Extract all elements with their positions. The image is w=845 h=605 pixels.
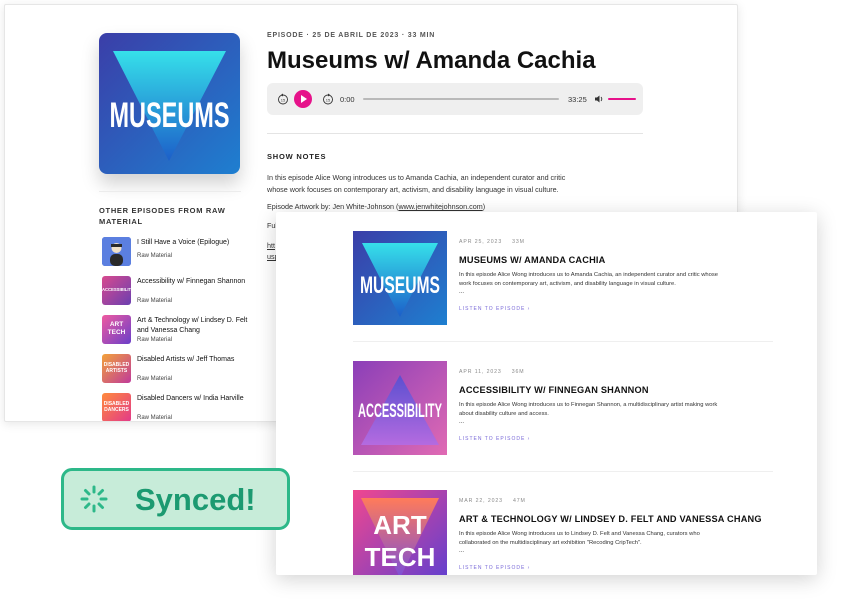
volume-icon[interactable]	[594, 94, 604, 104]
ellipsis: ...	[459, 548, 465, 554]
other-episode-item[interactable]: I Still Have a Voice (Epilogue) Raw Mate…	[102, 237, 262, 276]
episode-thumbnail: ACCESSIBILITY	[102, 276, 131, 305]
episode-duration: 36M	[511, 369, 525, 375]
episode-title: Museums w/ Amanda Cachia	[267, 47, 596, 74]
ellipsis: ...	[459, 419, 465, 425]
other-episodes-list: I Still Have a Voice (Epilogue) Raw Mate…	[102, 237, 262, 421]
other-episode-title: I Still Have a Voice (Epilogue)	[137, 239, 230, 246]
episode-art[interactable]: MUSEUMS	[353, 231, 447, 325]
episode-thumbnail	[102, 237, 131, 266]
thumb-text: ART TECH	[107, 321, 126, 336]
other-episode-show: Raw Material	[137, 253, 173, 259]
skip-back-icon[interactable]: 15	[277, 93, 289, 105]
other-episode-show: Raw Material	[137, 415, 173, 421]
listen-to-episode-link[interactable]: LISTEN TO EPISODE ›	[459, 436, 530, 442]
svg-text:15: 15	[281, 97, 286, 102]
episode-description: In this episode Alice Wong introduces us…	[459, 402, 718, 418]
episode-duration: 47M	[512, 498, 526, 504]
other-episode-title: Art & Technology w/ Lindsey D. Felt and …	[137, 317, 248, 334]
audio-player: 15 15 0:00 33:25	[267, 83, 643, 115]
episode-thumbnail: DISABLED DANCERS	[102, 393, 131, 421]
other-episode-item[interactable]: ART TECH Art & Technology w/ Lindsey D. …	[102, 315, 262, 354]
show-notes-heading: SHOW NOTES	[267, 152, 327, 161]
episode-row: ART TECH MAR 22, 2023 47M ART & TECHNOLOG…	[353, 490, 773, 575]
show-notes-text: In this episode Alice Wong introduces us…	[267, 173, 566, 194]
other-episode-show: Raw Material	[137, 298, 173, 304]
listen-to-episode-link[interactable]: LISTEN TO EPISODE ›	[459, 565, 530, 571]
other-episode-show: Raw Material	[137, 376, 173, 382]
other-episode-title: Disabled Artists w/ Jeff Thomas	[137, 356, 235, 363]
episode-art[interactable]: ACCESSIBILITY	[353, 361, 447, 455]
divider	[99, 191, 241, 192]
ellipsis: ...	[459, 289, 465, 295]
synced-label: Synced!	[135, 482, 256, 517]
progress-bar[interactable]	[363, 98, 559, 100]
duration: 33:25	[568, 95, 587, 104]
episode-title[interactable]: ART & TECHNOLOGY W/ LINDSEY D. FELT AND …	[459, 514, 762, 524]
thumb-text: ACCESSIBILITY	[102, 287, 131, 292]
divider	[267, 133, 643, 134]
episode-cover-art: MUSEUMS	[99, 33, 240, 174]
episode-list-card: MUSEUMS APR 25, 2023 33M MUSEUMS W/ AMAND…	[276, 212, 817, 575]
episode-title[interactable]: ACCESSIBILITY W/ FINNEGAN SHANNON	[459, 385, 649, 395]
other-episode-title: Disabled Dancers w/ India Harville	[137, 395, 244, 402]
episode-meta: EPISODE · 25 DE ABRIL DE 2023 · 33 MIN	[267, 32, 436, 39]
other-episode-item[interactable]: DISABLED DANCERS Disabled Dancers w/ Ind…	[102, 393, 262, 421]
other-episode-title: Accessibility w/ Finnegan Shannon	[137, 278, 246, 285]
divider	[353, 471, 773, 472]
episode-date: MAR 22, 2023 47M	[459, 498, 526, 504]
episode-thumbnail: ART TECH	[102, 315, 131, 344]
episode-row: ACCESSIBILITY APR 11, 2023 36M ACCESSIBIL…	[353, 361, 773, 461]
skip-forward-icon[interactable]: 15	[322, 93, 334, 105]
episode-row: MUSEUMS APR 25, 2023 33M MUSEUMS W/ AMAND…	[353, 231, 773, 331]
art-title-text: ACCESSIBILITY	[358, 401, 442, 422]
truncated-link[interactable]: htt	[267, 241, 275, 250]
episode-duration: 33M	[512, 239, 525, 245]
other-episode-item[interactable]: ACCESSIBILITY Accessibility w/ Finnegan …	[102, 276, 262, 315]
other-episode-item[interactable]: DISABLED ARTISTS Disabled Artists w/ Jef…	[102, 354, 262, 393]
episode-description: In this episode Alice Wong introduces us…	[459, 272, 718, 288]
episode-date: APR 25, 2023 33M	[459, 239, 525, 245]
volume-slider[interactable]	[608, 98, 636, 100]
person-portrait-icon	[102, 237, 131, 266]
divider	[353, 341, 773, 342]
current-time: 0:00	[340, 95, 355, 104]
artwork-link[interactable]: www.jenwhitejohnson.com	[398, 202, 482, 211]
synced-badge: Synced!	[61, 468, 290, 530]
episode-title[interactable]: MUSEUMS W/ AMANDA CACHIA	[459, 255, 606, 265]
svg-text:15: 15	[326, 97, 331, 102]
cover-title-text: MUSEUMS	[110, 96, 230, 135]
art-title-line2: TECH	[365, 542, 436, 572]
artwork-credit: Episode Artwork by: Jen White-Johnson (w…	[267, 202, 486, 211]
episode-thumbnail: DISABLED ARTISTS	[102, 354, 131, 383]
thumb-text: DISABLED DANCERS	[103, 401, 130, 413]
thumb-text: DISABLED ARTISTS	[103, 362, 130, 374]
sync-spinner-icon	[80, 485, 108, 513]
other-episode-show: Raw Material	[137, 337, 173, 343]
episode-description: In this episode Alice Wong introduces us…	[459, 531, 700, 547]
listen-to-episode-link[interactable]: LISTEN TO EPISODE ›	[459, 306, 530, 312]
art-title-text: MUSEUMS	[360, 272, 440, 299]
episode-art[interactable]: ART TECH	[353, 490, 447, 575]
play-button[interactable]	[294, 90, 312, 108]
episode-date: APR 11, 2023 36M	[459, 369, 525, 375]
art-title-line1: ART	[373, 510, 427, 540]
other-episodes-heading: OTHER EPISODES FROM RAW MATERIAL	[99, 206, 226, 226]
